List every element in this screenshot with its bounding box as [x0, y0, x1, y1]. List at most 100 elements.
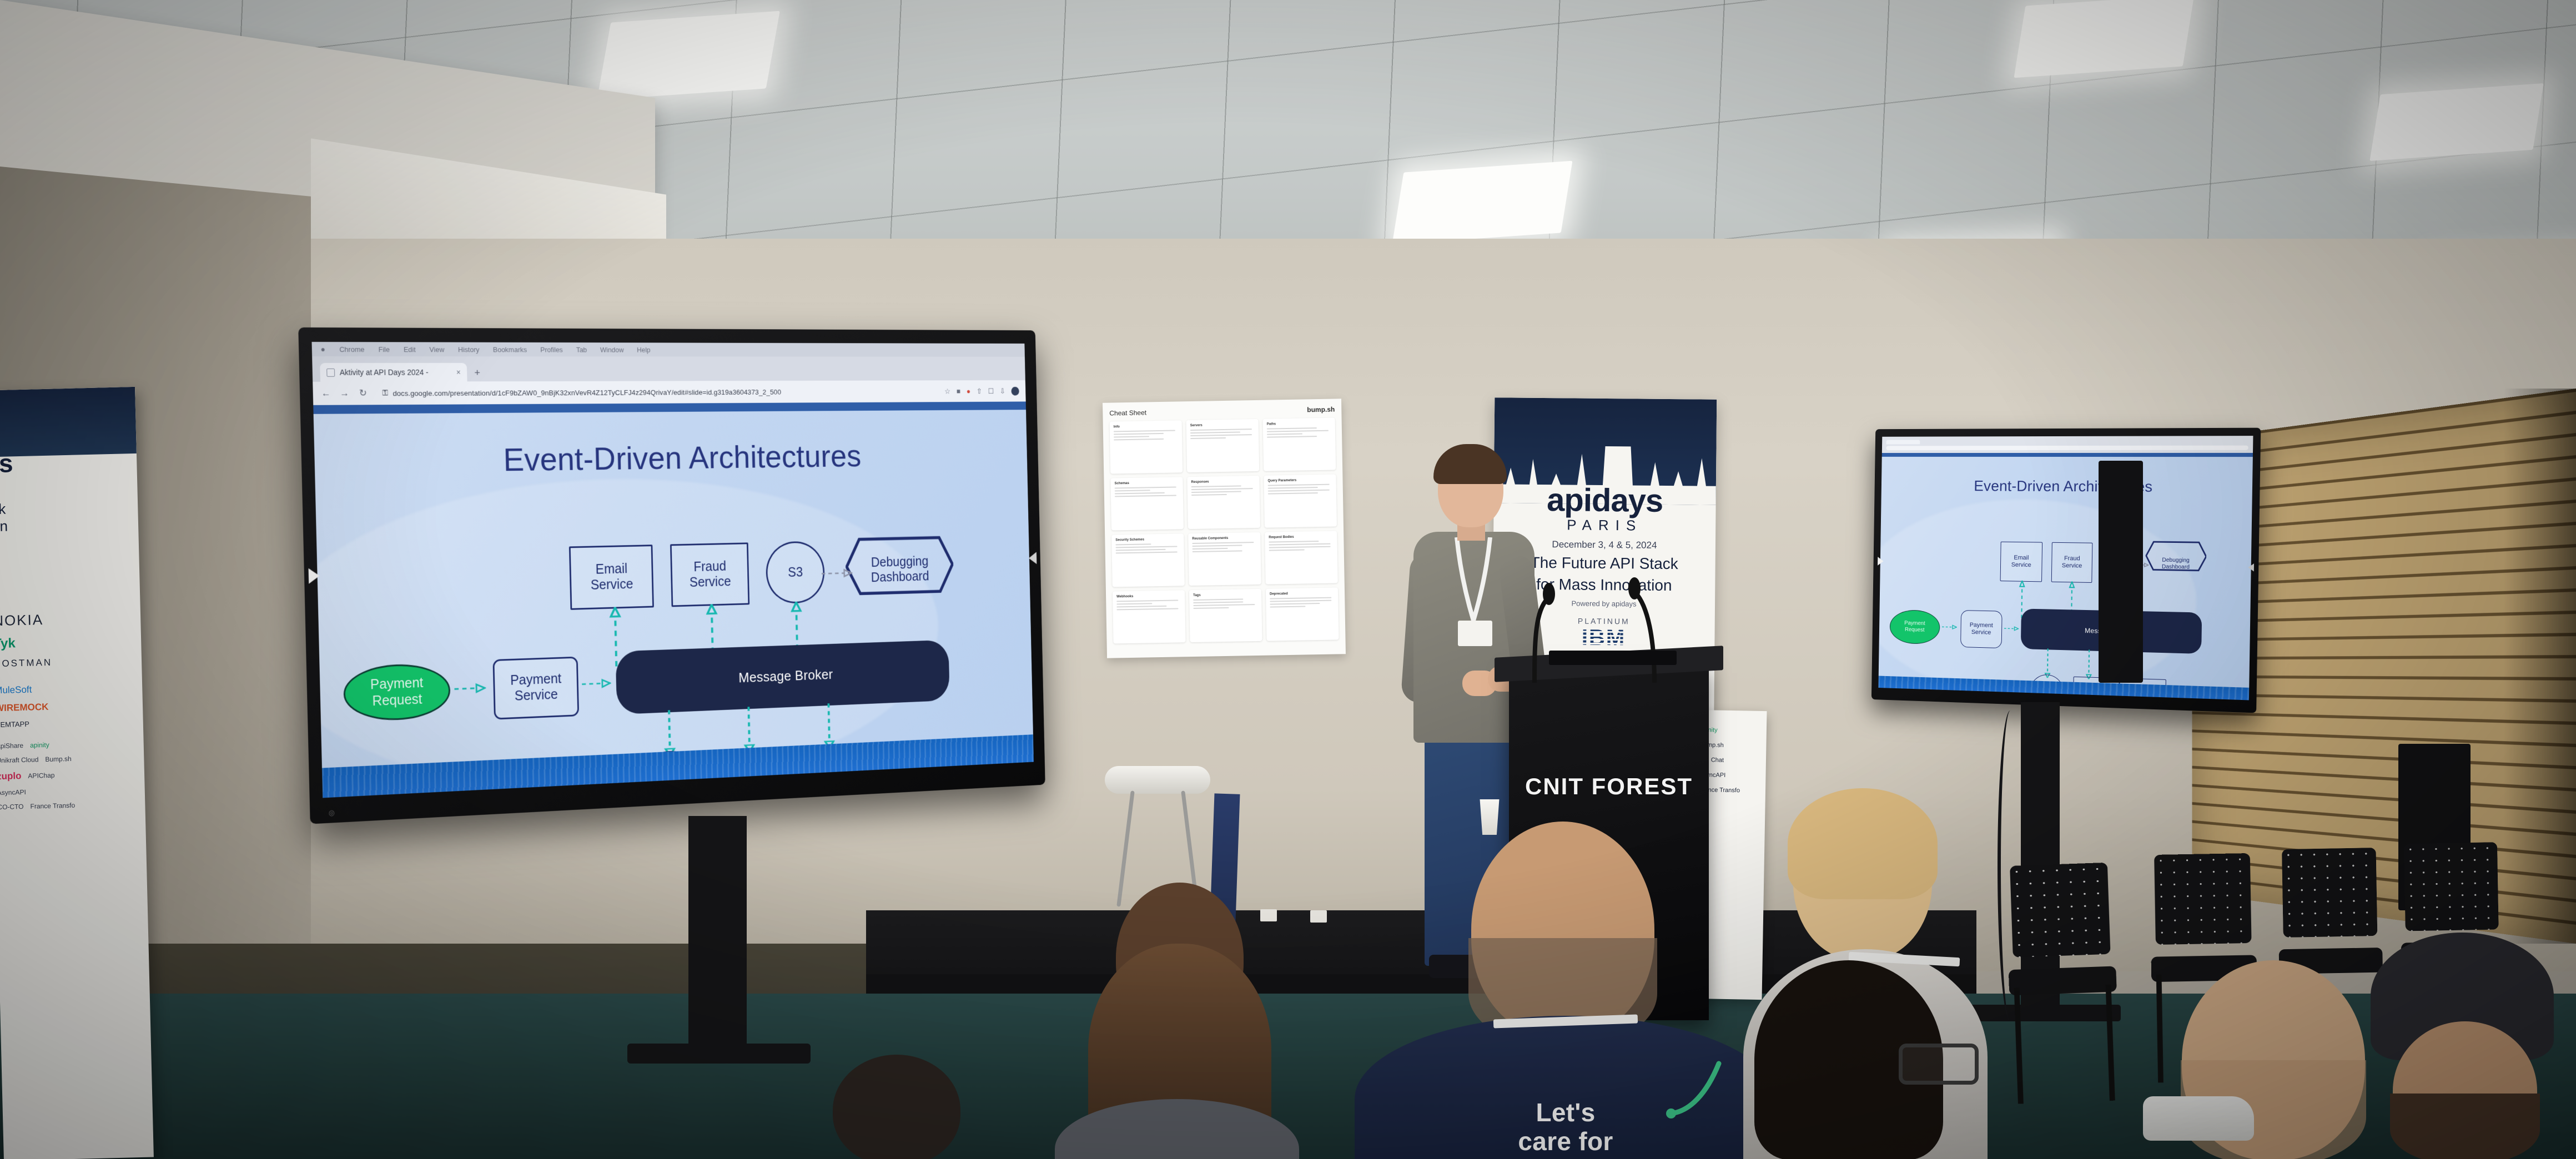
menu-tab[interactable]: Tab	[576, 345, 587, 354]
poster-card-title: Info	[1113, 425, 1120, 429]
audience-member	[1055, 883, 1299, 1159]
star-icon[interactable]: ☆	[944, 387, 950, 396]
logo-unikraft-cloud: Unikraft Cloud	[0, 755, 39, 765]
slide-prev-arrow-icon[interactable]	[308, 567, 320, 584]
address-bar[interactable]: ⚿ docs.google.com/presentation/d/1cF9bZA…	[376, 384, 938, 401]
ceiling-light-panel	[597, 11, 780, 100]
poster-card: Security Schemes	[1111, 533, 1185, 587]
node-debugging-dashboard: Debugging Dashboard	[2145, 541, 2207, 587]
stool-seat	[1105, 766, 1210, 794]
secondary-display-screen[interactable]: Event-Driven Architectures Email Service …	[1871, 427, 2261, 713]
menu-chrome[interactable]: Chrome	[339, 345, 364, 354]
main-display-screen[interactable]: ● Chrome File Edit View History Bookmark…	[298, 327, 1045, 824]
node-payment-request: Payment Request	[1889, 609, 1940, 644]
node-label: Service	[514, 687, 559, 704]
main-tv-stand-base	[627, 1044, 811, 1064]
logo-apishare: ApiShare	[0, 742, 24, 750]
edge-service-to-broker	[2004, 624, 2019, 634]
poster-card: Tags	[1189, 588, 1262, 643]
conference-room-photo: ys ck on NOKIA Tyk POSTMAN MuleSoft WIRE…	[0, 0, 2576, 1159]
menu-profiles[interactable]: Profiles	[540, 345, 563, 354]
logo-apichap: APIChap	[28, 771, 55, 780]
poster-card: Deprecated	[1265, 587, 1339, 641]
print-icon[interactable]: ☐	[988, 387, 994, 396]
logo-tyk: Tyk	[0, 636, 16, 652]
audience-hair	[1788, 788, 1938, 899]
macos-menu-bar: ● Chrome File Edit View History Bookmark…	[311, 341, 1025, 357]
poster-card: Schemas	[1110, 477, 1184, 531]
logo-bumpsh-right: Bump.sh	[1699, 742, 1724, 749]
logo-bumpsh: Bump.sh	[45, 754, 72, 764]
browser-tab-strip: Aktivity at API Days 2024 - × +	[312, 356, 1025, 382]
browser-tab[interactable]: Aktivity at API Days 2024 - ×	[320, 362, 467, 382]
node-label: Email	[595, 561, 628, 577]
slide-next-arrow-icon[interactable]	[1028, 551, 1037, 565]
logo-bemtapp: BEMTAPP	[0, 719, 30, 729]
banner-logo-fragment: ys	[0, 449, 14, 478]
slide-next-arrow-icon[interactable]	[2248, 563, 2255, 572]
record-icon[interactable]: ●	[967, 387, 970, 395]
node-payment-service: Payment Service	[1960, 609, 2003, 649]
node-s3: S3	[765, 541, 826, 604]
menu-window[interactable]: Window	[600, 345, 624, 354]
new-tab-button[interactable]: +	[471, 367, 484, 382]
chair-backrest	[2404, 842, 2499, 931]
banner-tagline-fragment: ys ck on	[0, 445, 138, 536]
apple-menu-icon[interactable]: ●	[320, 345, 325, 354]
poster-card-title: Paths	[1266, 422, 1276, 426]
tab-close-icon[interactable]: ×	[456, 368, 461, 377]
edge-broker-to-email	[608, 607, 624, 667]
node-label: Service	[2061, 562, 2082, 570]
banner-tagline-l2: on	[0, 517, 8, 535]
sponsor-banner-left: ys ck on NOKIA Tyk POSTMAN MuleSoft WIRE…	[0, 386, 154, 1159]
secondary-address-bar[interactable]	[1886, 445, 2248, 450]
logo-asyncapi: AsyncAPI	[0, 788, 26, 797]
presentation-slide: Event-Driven Architectures Email Service …	[313, 410, 1034, 798]
menu-edit[interactable]: Edit	[404, 345, 416, 354]
poster-card-title: Reusable Components	[1192, 536, 1229, 541]
ceiling-light-panel	[2014, 0, 2195, 78]
logo-apinity: apinity	[29, 740, 49, 749]
menu-help[interactable]: Help	[637, 346, 651, 354]
back-icon[interactable]: ←	[320, 388, 331, 399]
gooseneck-microphone	[1628, 577, 1657, 683]
poster-card: Servers	[1186, 419, 1260, 473]
poster-card-title: Deprecated	[1270, 592, 1288, 596]
puzzle-icon[interactable]: ■	[957, 387, 960, 395]
poster-card-title: Servers	[1190, 424, 1203, 428]
slide-prev-arrow-icon[interactable]	[1878, 557, 1884, 566]
eyeglasses-icon	[1899, 1044, 1979, 1085]
share-icon[interactable]: ⇧	[977, 387, 982, 396]
edge-request-to-service	[1942, 622, 1957, 632]
node-label: Service	[2011, 561, 2031, 569]
node-label: Service	[1971, 628, 1991, 636]
download-icon[interactable]: ⇩	[1000, 387, 1005, 396]
browser-chrome: ● Chrome File Edit View History Bookmark…	[311, 341, 1026, 405]
node-label: Fraud	[693, 558, 727, 575]
menu-file[interactable]: File	[378, 345, 390, 354]
reload-icon[interactable]: ↻	[358, 388, 369, 399]
node-label: Payment	[370, 675, 424, 693]
node-label: Payment	[1969, 621, 1993, 629]
poster-card-title: Responses	[1191, 480, 1209, 485]
tshirt-line-1: Let's	[1536, 1098, 1596, 1127]
audience-beard	[2390, 1094, 2540, 1159]
poster-title: Cheat Sheet	[1109, 409, 1147, 417]
secondary-screen-panel: Event-Driven Architectures Email Service …	[1878, 436, 2253, 701]
tshirt-line-2: care for	[1518, 1127, 1613, 1156]
audience-head	[833, 1055, 960, 1159]
site-info-icon[interactable]: ⚿	[382, 389, 388, 397]
node-label: Service	[590, 577, 633, 593]
avatar[interactable]	[1011, 386, 1019, 396]
secondary-tab[interactable]	[1886, 440, 1920, 445]
menu-bookmarks[interactable]: Bookmarks	[493, 345, 527, 354]
menu-history[interactable]: History	[458, 345, 480, 354]
tab-favicon-icon	[326, 368, 335, 377]
menu-view[interactable]: View	[429, 345, 444, 354]
ceiling-light-panel	[1392, 160, 1573, 245]
node-label: Email	[2014, 554, 2029, 562]
tv-brand-logo: ◎	[328, 808, 335, 817]
poster-card-title: Security Schemes	[1115, 538, 1145, 542]
logo-nokia: NOKIA	[0, 611, 44, 629]
forward-icon[interactable]: →	[339, 388, 350, 399]
